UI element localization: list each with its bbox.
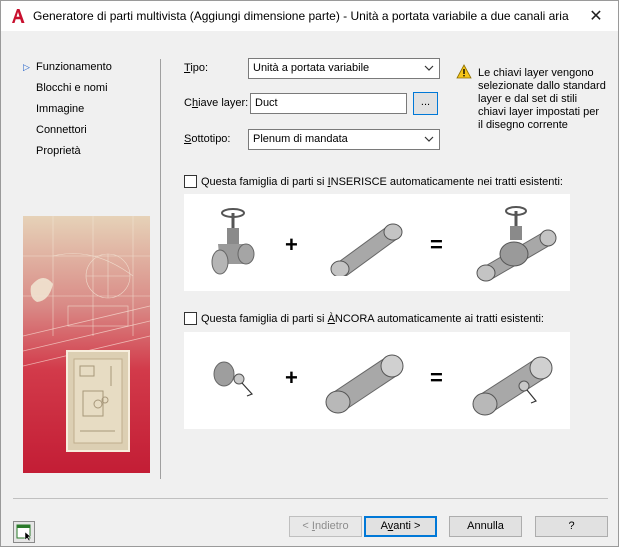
help-button[interactable]: ? (535, 516, 608, 537)
tipo-dropdown[interactable]: Unità a portata variabile (248, 58, 440, 79)
tap-fitting-icon (213, 361, 254, 397)
plus-sign: + (285, 232, 298, 257)
gate-valve-icon (211, 208, 255, 275)
valve-in-pipe-icon (476, 206, 557, 282)
autocad-a-icon (12, 9, 25, 23)
browse-layer-key-button[interactable]: ... (413, 92, 438, 115)
pipe-section-icon (325, 354, 404, 414)
chiave-layer-label: Chiave layer: (184, 97, 249, 109)
footer-separator (13, 498, 608, 499)
sottotipo-dropdown-value: Plenum di mandata (253, 133, 348, 145)
anchor-option-row[interactable]: Questa famiglia di parti si ÀNCORA autom… (184, 312, 544, 325)
insert-option-checkbox[interactable] (184, 175, 197, 188)
nav-item-funzionamento[interactable]: ▷ Funzionamento (23, 57, 112, 78)
nav-item-proprieta[interactable]: Proprietà (23, 141, 112, 162)
cancel-button[interactable]: Annulla (449, 516, 522, 537)
nav-item-label: Blocchi e nomi (36, 82, 108, 94)
insert-diagram-panel: + = (184, 194, 570, 291)
next-button[interactable]: Avanti > (364, 516, 437, 537)
chiave-layer-field[interactable]: Duct (250, 93, 407, 114)
equals-sign: = (430, 365, 443, 390)
layer-key-warning-text: Le chiavi layer vengono selezionate dall… (478, 67, 606, 131)
insert-option-label: Questa famiglia di parti si INSERISCE au… (201, 175, 563, 188)
nav-item-immagine[interactable]: Immagine (23, 99, 112, 120)
dialog-window: Generatore di parti multivista (Aggiungi… (0, 0, 619, 547)
plus-sign: + (285, 365, 298, 390)
close-icon: ✕ (589, 8, 603, 25)
nav-item-label: Proprietà (36, 145, 81, 157)
pipe-segment-icon (330, 223, 403, 276)
pipe-with-tap-icon (472, 356, 553, 416)
anchor-option-checkbox[interactable] (184, 312, 197, 325)
chevron-down-icon (424, 136, 434, 142)
nav-item-label: Funzionamento (36, 61, 112, 73)
nav-item-blocchi-e-nomi[interactable]: Blocchi e nomi (23, 78, 112, 99)
equals-sign: = (430, 232, 443, 257)
context-help-icon[interactable] (13, 521, 35, 543)
browse-button-label: ... (420, 96, 431, 108)
warning-triangle-icon (456, 64, 472, 79)
insert-option-row[interactable]: Questa famiglia di parti si INSERISCE au… (184, 175, 563, 188)
tipo-label: Tipo: (184, 62, 209, 74)
tipo-dropdown-value: Unità a portata variabile (253, 62, 370, 74)
chiave-layer-value: Duct (255, 97, 278, 109)
anchor-diagram-panel: + = (184, 332, 570, 429)
nav-item-label: Connettori (36, 124, 87, 136)
anchor-option-label: Questa famiglia di parti si ÀNCORA autom… (201, 312, 544, 325)
close-button[interactable]: ✕ (574, 1, 618, 31)
back-button[interactable]: < Indietro (289, 516, 362, 537)
title-bar: Generatore di parti multivista (Aggiungi… (1, 1, 618, 31)
wizard-artwork-image (23, 216, 150, 473)
sottotipo-label: Sottotipo: (184, 133, 231, 145)
nav-separator (160, 59, 161, 479)
nav-item-label: Immagine (36, 103, 85, 115)
chevron-down-icon (424, 65, 434, 71)
sottotipo-dropdown[interactable]: Plenum di mandata (248, 129, 440, 150)
nav-item-connettori[interactable]: Connettori (23, 120, 112, 141)
current-step-arrow-icon: ▷ (23, 62, 30, 72)
wizard-nav: ▷ Funzionamento Blocchi e nomi Immagine … (23, 57, 112, 162)
window-help-icon (16, 524, 32, 542)
window-title: Generatore di parti multivista (Aggiungi… (33, 9, 569, 23)
